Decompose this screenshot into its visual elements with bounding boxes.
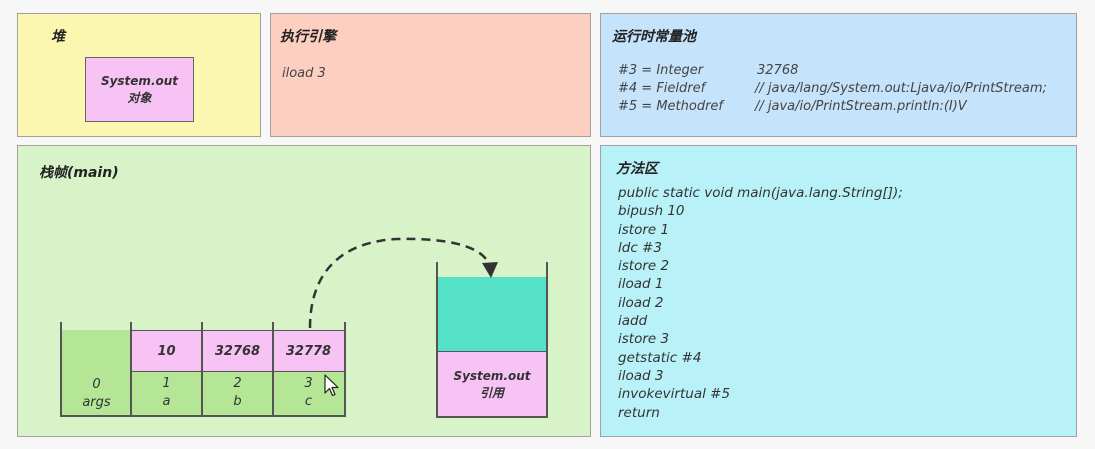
code-line: iload 2 xyxy=(618,294,664,311)
code-line: istore 1 xyxy=(618,221,670,238)
code-line: iadd xyxy=(618,313,648,330)
pool-entry-ref: #4 = Fieldref xyxy=(618,81,706,96)
code-line: ldc #3 xyxy=(618,239,662,256)
code-line: iload 3 xyxy=(618,367,664,384)
method-area-title: 方法区 xyxy=(616,161,658,177)
code-line: istore 2 xyxy=(618,258,670,275)
bytecode-listing: public static void main(java.lang.String… xyxy=(618,184,903,422)
code-line: istore 3 xyxy=(618,331,670,348)
heap-panel: 堆 System.out 对象 xyxy=(17,13,261,137)
code-line: getstatic #4 xyxy=(618,349,702,366)
code-line: return xyxy=(618,404,660,421)
code-line: iload 1 xyxy=(618,276,664,293)
pool-entry-ref: #3 = Integer xyxy=(618,63,704,78)
method-area-panel: 方法区 public static void main(java.lang.St… xyxy=(600,145,1077,437)
heap-title: 堆 xyxy=(51,29,65,45)
pool-entry-value: // java/lang/System.out:Ljava/io/PrintSt… xyxy=(755,81,1047,96)
arrow-head-icon xyxy=(482,262,498,278)
pool-title: 运行时常量池 xyxy=(612,29,696,45)
current-instruction: iload 3 xyxy=(282,66,326,81)
load-arrow xyxy=(308,237,498,329)
code-line: bipush 10 xyxy=(618,203,685,220)
constant-pool-panel: 运行时常量池 #3 = Integer 32768 #4 = Fieldref … xyxy=(600,13,1077,137)
pool-entry-value: 32768 xyxy=(757,63,799,78)
object-label-line2: 对象 xyxy=(127,90,152,105)
code-line: invokevirtual #5 xyxy=(618,386,731,403)
execution-engine-panel: 执行引擎 iload 3 xyxy=(270,13,591,137)
engine-title: 执行引擎 xyxy=(280,29,336,45)
stack-frame-panel: 栈帧(main) 0 args 10 1 a 32768 2 b 32778 3… xyxy=(17,145,591,437)
system-out-object: System.out 对象 xyxy=(85,57,194,122)
pool-entry-ref: #5 = Methodref xyxy=(618,99,723,114)
code-line: public static void main(java.lang.String… xyxy=(618,185,903,201)
pool-entry-value: // java/io/PrintStream.println:(I)V xyxy=(755,99,967,114)
object-label-line1: System.out xyxy=(100,73,179,88)
